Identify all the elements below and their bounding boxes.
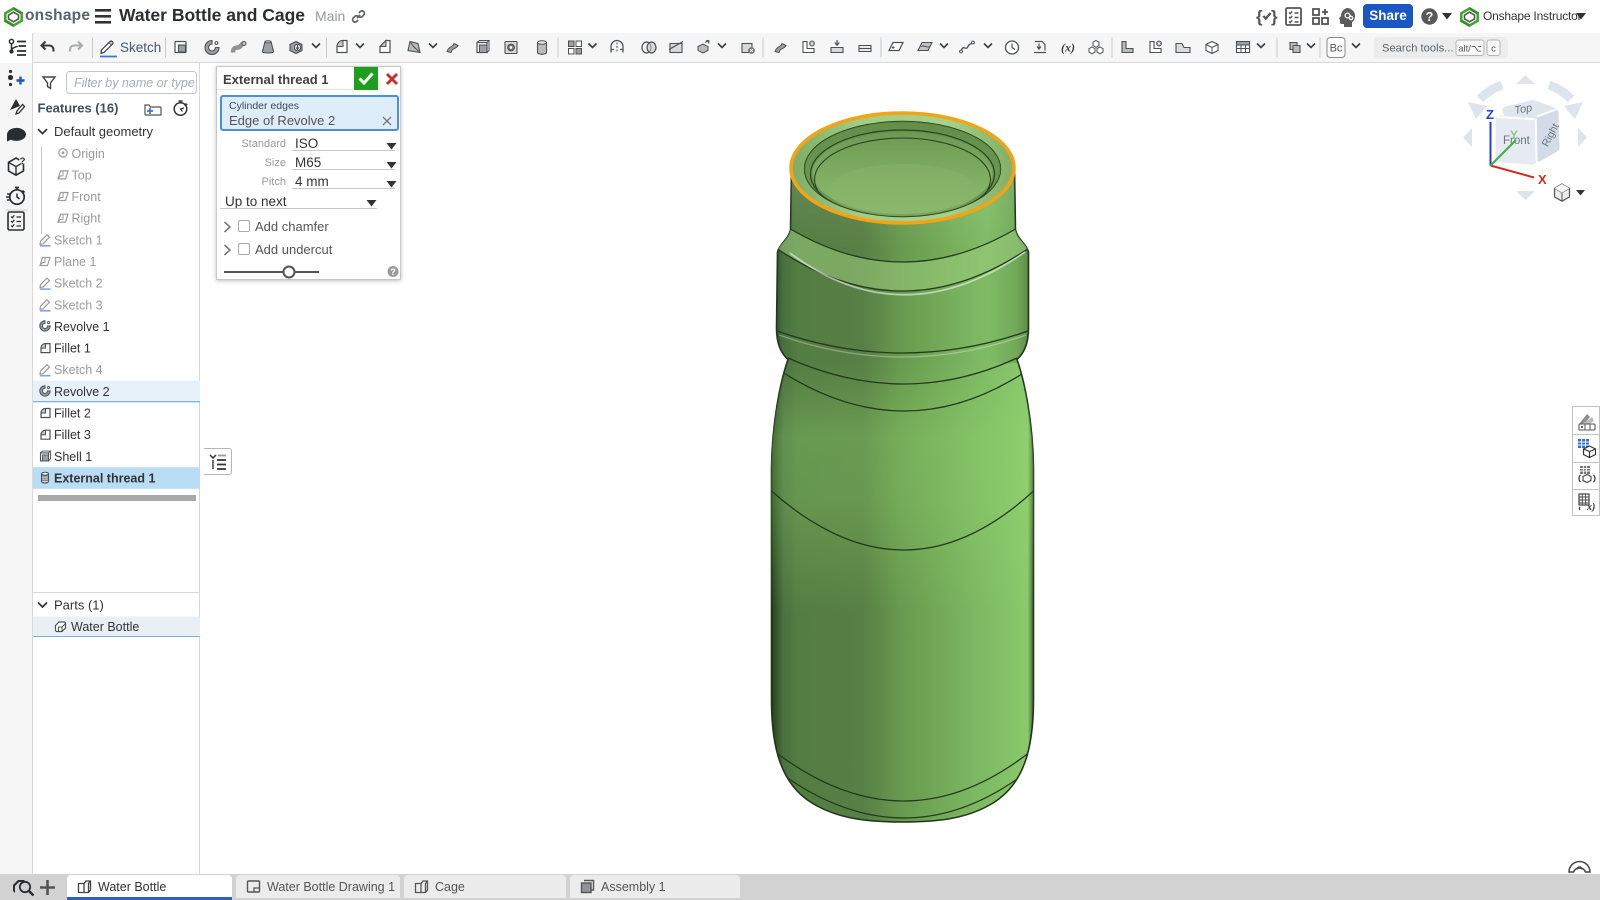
svg-text:Shell 1: Shell 1 (54, 450, 92, 464)
svg-text:Fillet 3: Fillet 3 (54, 428, 91, 442)
svg-text:?: ? (390, 267, 396, 277)
svg-text:Sketch 4: Sketch 4 (54, 363, 103, 377)
svg-text:External thread 1: External thread 1 (54, 472, 155, 486)
svg-text:X: X (1538, 172, 1547, 187)
svg-text:Parts (1): Parts (1) (54, 598, 104, 613)
svg-text:}: } (1271, 7, 1278, 26)
svg-text:alt/⌥: alt/⌥ (1458, 44, 1482, 55)
svg-text:Features (16): Features (16) (38, 101, 119, 116)
svg-text:x): x) (1586, 502, 1595, 512)
svg-text:Revolve 2: Revolve 2 (54, 385, 110, 399)
svg-text:Top: Top (72, 168, 92, 182)
svg-text:Search tools...: Search tools... (1382, 43, 1454, 55)
svg-text:Front: Front (72, 190, 102, 204)
svg-text:Filter by name or type: Filter by name or type (74, 76, 195, 90)
svg-text:{: { (1256, 7, 1263, 26)
svg-text:Bc: Bc (1330, 43, 1343, 55)
svg-text:c: c (1491, 44, 1496, 55)
svg-text:Y: Y (1510, 128, 1518, 142)
svg-text:Right: Right (72, 212, 102, 226)
svg-text:?: ? (1426, 10, 1434, 24)
svg-text:?: ? (20, 156, 26, 167)
svg-text:Default geometry: Default geometry (54, 124, 153, 139)
svg-text:Z: Z (1486, 107, 1494, 122)
svg-text:Fillet 2: Fillet 2 (54, 407, 91, 421)
svg-text:Sketch 2: Sketch 2 (54, 277, 103, 291)
svg-text:Fillet 1: Fillet 1 (54, 342, 91, 356)
svg-text:Revolve 1: Revolve 1 (54, 320, 110, 334)
svg-text:Origin: Origin (72, 147, 105, 161)
svg-text:Plane 1: Plane 1 (54, 255, 96, 269)
svg-text:Sketch 1: Sketch 1 (54, 233, 103, 247)
svg-text:Sketch: Sketch (120, 40, 161, 55)
svg-text:Sketch 3: Sketch 3 (54, 298, 103, 312)
svg-text:Water Bottle: Water Bottle (71, 620, 139, 634)
